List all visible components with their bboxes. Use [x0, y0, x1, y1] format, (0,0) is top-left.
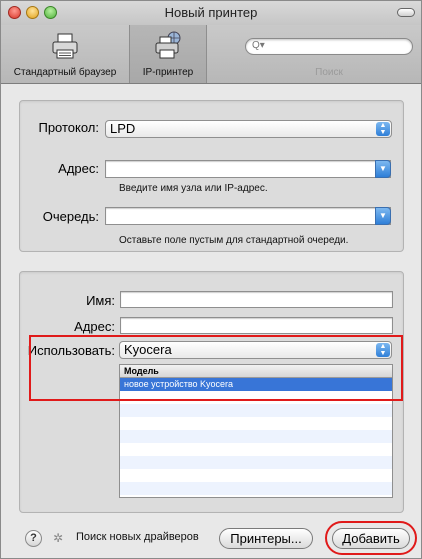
- tab-ip-printer-label: IP-принтер: [142, 67, 194, 78]
- combo-arrow-icon[interactable]: ▼: [375, 207, 391, 225]
- window-title: Новый принтер: [164, 5, 258, 20]
- queue-combo[interactable]: ▼: [105, 207, 391, 225]
- select-arrows-icon: ▲ ▼: [376, 122, 390, 136]
- address-combo[interactable]: ▼: [105, 160, 391, 178]
- search-icon: Q▾: [252, 40, 265, 51]
- ip-printer-icon: [155, 31, 181, 59]
- protocol-select[interactable]: LPD ▲ ▼: [105, 120, 392, 138]
- tab-default-browser[interactable]: Стандартный браузер: [1, 25, 129, 83]
- printer-address-field[interactable]: [120, 317, 393, 334]
- printer-address-value: [121, 320, 124, 334]
- list-row-empty: [120, 417, 392, 430]
- name-value: [121, 294, 124, 308]
- list-row-empty: [120, 430, 392, 443]
- protocol-value: LPD: [110, 121, 136, 136]
- new-printer-window: Новый принтер Стандартный браузер IP-при…: [0, 0, 422, 559]
- queue-value: [106, 210, 109, 224]
- tab-ip-printer[interactable]: IP-принтер: [129, 25, 207, 83]
- list-row-empty: [120, 443, 392, 456]
- tab-default-browser-label: Стандартный браузер: [13, 67, 117, 78]
- address-hint: Введите имя узла или IP-адрес.: [119, 183, 268, 194]
- progress-spinner-icon: ✲: [53, 531, 64, 545]
- help-button[interactable]: ?: [25, 530, 42, 547]
- list-row-empty: [120, 469, 392, 482]
- search-area: Q▾ Поиск: [245, 25, 419, 83]
- toolbar: Стандартный браузер IP-принтер Q▾ Поиск: [1, 25, 421, 84]
- address-label: Адрес:: [58, 161, 99, 176]
- list-row-empty: [120, 482, 392, 495]
- search-label: Поиск: [315, 67, 343, 78]
- search-input[interactable]: Q▾: [245, 38, 413, 55]
- queue-hint: Оставьте поле пустым для стандартной оче…: [119, 235, 349, 246]
- toolbar-toggle-button[interactable]: [397, 8, 415, 17]
- list-row-empty: [120, 404, 392, 417]
- name-field[interactable]: [120, 291, 393, 308]
- name-label: Имя:: [86, 293, 115, 308]
- printer-address-label: Адрес:: [74, 319, 115, 334]
- title-bar: Новый принтер: [1, 1, 421, 25]
- printers-button[interactable]: Принтеры...: [219, 528, 313, 549]
- combo-arrow-icon[interactable]: ▼: [375, 160, 391, 178]
- highlight-rectangle: [29, 335, 403, 401]
- address-value: [106, 163, 109, 177]
- list-row-empty: [120, 456, 392, 469]
- queue-label: Очередь:: [42, 209, 99, 224]
- highlight-oval: [325, 521, 417, 555]
- search-drivers-status: Поиск новых драйверов: [76, 531, 199, 543]
- printer-browser-icon: [52, 33, 78, 59]
- protocol-label: Протокол:: [38, 120, 99, 135]
